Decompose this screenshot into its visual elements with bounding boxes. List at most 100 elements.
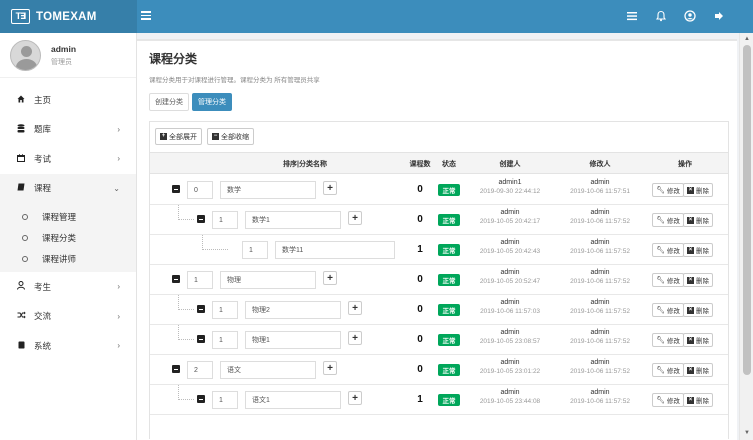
delete-button[interactable]: × 删除 (683, 333, 713, 347)
edit-button[interactable]: 🔧︎ 修改 (652, 273, 684, 287)
edit-button[interactable]: 🔧︎ 修改 (652, 393, 684, 407)
created-time: 2019-10-05 23:44:08 (479, 398, 541, 405)
sidebar-item-course[interactable]: 课程 ⌄ (0, 173, 136, 203)
list-icon[interactable] (626, 10, 638, 22)
collapse-toggle-icon[interactable] (172, 185, 180, 193)
course-count: 0 (417, 334, 423, 345)
created-time: 2019-10-05 20:52:47 (479, 278, 541, 285)
sidebar-subitem-course-lecturer[interactable]: 课程讲师 (0, 248, 136, 269)
chevron-down-icon: ⌄ (113, 183, 120, 193)
sort-input[interactable]: 0 (187, 181, 213, 199)
brand-logo: T∃ (11, 9, 30, 24)
sidebar-item-exam[interactable]: 考试 › (0, 144, 136, 174)
collapse-toggle-icon[interactable] (197, 395, 205, 403)
table-row: 1 数学11 1 正常 admin 2019-10-05 20:42:43 admin… (150, 235, 728, 265)
creator-cell: admin 2019-10-06 11:57:03 (465, 299, 555, 315)
delete-button[interactable]: × 删除 (683, 243, 713, 257)
add-child-button[interactable]: + (348, 211, 362, 225)
delete-button[interactable]: × 删除 (683, 393, 713, 407)
modifier-name: admin (590, 329, 610, 336)
tab-create-category[interactable]: 创建分类 (149, 93, 189, 111)
sort-input[interactable]: 2 (187, 361, 213, 379)
edit-label: 修改 (666, 368, 680, 375)
add-child-button[interactable]: + (348, 331, 362, 345)
edit-label: 修改 (666, 248, 680, 255)
created-time: 2019-10-05 23:01:22 (479, 368, 541, 375)
sort-input[interactable]: 1 (212, 211, 238, 229)
status-badge: 正常 (438, 364, 460, 376)
category-table-box: + 全部展开 − 全部收缩 排序|分类名称 课程数 状态 创建人 修改人 操作 … (149, 121, 729, 439)
sidebar-item-question-bank[interactable]: 题库 › (0, 115, 136, 145)
edit-button[interactable]: 🔧︎ 修改 (652, 333, 684, 347)
home-icon (14, 95, 28, 105)
sidebar-item-communication[interactable]: 交流 › (0, 302, 136, 332)
category-name-input[interactable]: 语文 (220, 361, 316, 379)
status-badge: 正常 (438, 304, 460, 316)
sidebar-item-home[interactable]: 主页 (0, 85, 136, 115)
collapse-toggle-icon[interactable] (172, 275, 180, 283)
scroll-down-icon[interactable]: ▼ (743, 429, 751, 437)
collapse-toggle-icon[interactable] (197, 305, 205, 313)
sort-input[interactable]: 1 (242, 241, 268, 259)
bell-icon[interactable] (655, 10, 667, 22)
sidebar-item-system[interactable]: 系统 › (0, 331, 136, 361)
modifier-name: admin (590, 389, 610, 396)
sidebar-item-candidate[interactable]: 考生 › (0, 272, 136, 302)
creator-name: admin (500, 299, 520, 306)
status-badge: 正常 (438, 214, 460, 226)
brand[interactable]: T∃ TOMEXAM (0, 0, 137, 33)
category-name-input[interactable]: 数学 (220, 181, 316, 199)
modified-time: 2019-10-06 11:57:52 (570, 218, 630, 225)
edit-button[interactable]: 🔧︎ 修改 (652, 243, 684, 257)
sort-input[interactable]: 1 (187, 271, 213, 289)
add-child-button[interactable]: + (348, 391, 362, 405)
edit-button[interactable]: 🔧︎ 修改 (652, 363, 684, 377)
sort-input[interactable]: 1 (212, 301, 238, 319)
delete-button[interactable]: × 删除 (683, 363, 713, 377)
delete-button[interactable]: × 删除 (683, 273, 713, 287)
edit-button[interactable]: 🔧︎ 修改 (652, 303, 684, 317)
scroll-thumb[interactable] (743, 45, 751, 375)
add-child-button[interactable]: + (323, 361, 337, 375)
tab-manage-category[interactable]: 管理分类 (192, 93, 232, 111)
sidebar-subitem-label: 课程讲师 (42, 253, 77, 264)
category-name-input[interactable]: 语文1 (245, 391, 341, 409)
sort-input[interactable]: 1 (212, 391, 238, 409)
user-circle-icon[interactable] (684, 10, 696, 22)
page-scrollbar[interactable]: ▲ ▼ (739, 33, 753, 440)
creator-name: admin (500, 359, 520, 366)
category-name-input[interactable]: 物理1 (245, 331, 341, 349)
delete-button[interactable]: × 删除 (683, 213, 713, 227)
sign-out-icon[interactable] (713, 10, 725, 22)
collapse-toggle-icon[interactable] (172, 365, 180, 373)
collapse-all-label: 全部收缩 (221, 133, 249, 141)
modifier-name: admin (590, 299, 610, 306)
category-name-input[interactable]: 数学11 (275, 241, 395, 259)
category-name-input[interactable]: 数学1 (245, 211, 341, 229)
scroll-up-icon[interactable]: ▲ (743, 35, 751, 43)
modifier-cell: admin 2019-10-06 11:57:52 (555, 329, 645, 345)
tree-connector (202, 235, 228, 250)
edit-button[interactable]: 🔧︎ 修改 (652, 183, 684, 197)
status-badge: 正常 (438, 334, 460, 346)
add-child-button[interactable]: + (323, 271, 337, 285)
sort-input[interactable]: 1 (212, 331, 238, 349)
sidebar-subitem-course-manage[interactable]: 课程管理 (0, 206, 136, 227)
collapse-all-button[interactable]: − 全部收缩 (207, 128, 254, 145)
sidebar-subitem-course-category[interactable]: 课程分类 (0, 227, 136, 248)
modifier-cell: admin 2019-10-06 11:57:52 (555, 239, 645, 255)
creator-name: admin1 (498, 179, 522, 186)
category-name-input[interactable]: 物理 (220, 271, 316, 289)
course-count: 0 (417, 364, 423, 375)
menu-toggle-icon[interactable] (141, 9, 151, 21)
delete-button[interactable]: × 删除 (683, 303, 713, 317)
add-child-button[interactable]: + (323, 181, 337, 195)
delete-button[interactable]: × 删除 (683, 183, 713, 197)
edit-button[interactable]: 🔧︎ 修改 (652, 213, 684, 227)
add-child-button[interactable]: + (348, 301, 362, 315)
collapse-toggle-icon[interactable] (197, 215, 205, 223)
expand-all-button[interactable]: + 全部展开 (155, 128, 202, 145)
category-name-input[interactable]: 物理2 (245, 301, 341, 319)
circle-icon (22, 255, 28, 262)
collapse-toggle-icon[interactable] (197, 335, 205, 343)
